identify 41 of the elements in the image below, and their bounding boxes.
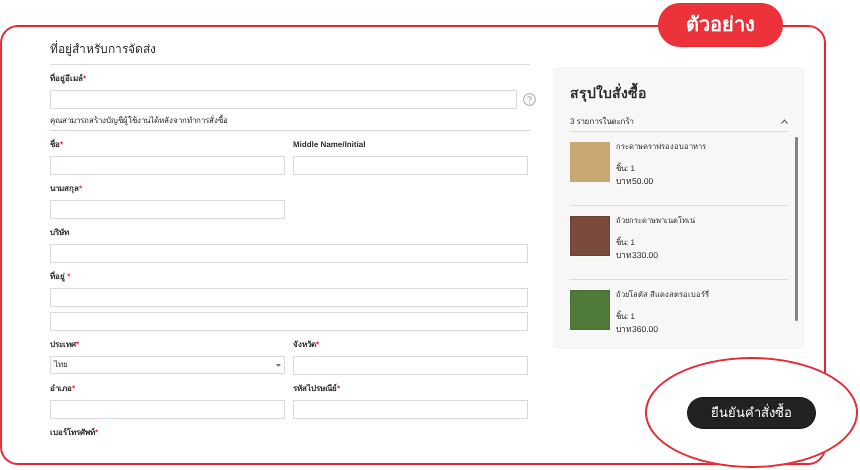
input-field[interactable] <box>50 400 285 419</box>
price-text: บาท50.00 <box>616 175 654 188</box>
input-field[interactable] <box>50 90 517 109</box>
input-field[interactable] <box>293 156 528 175</box>
field-label: เบอร์โทรศัพท์* <box>50 427 98 439</box>
section-title: ที่อยู่สำหรับการจัดส่ง <box>50 40 530 65</box>
input-field[interactable] <box>50 288 528 307</box>
field-label: Middle Name/Initial <box>293 139 366 151</box>
field-label: รหัสไปรษณีย์* <box>293 383 340 395</box>
field-label: จังหวัด* <box>293 339 320 351</box>
caret-up-icon <box>781 119 788 124</box>
product-photo-placeholder <box>570 142 610 182</box>
summary-title: สรุปใบสั่งซื้อ <box>570 83 788 104</box>
quantity-text: ชิ้น: 1 <box>616 162 636 175</box>
product-photo-placeholder <box>570 216 610 256</box>
field-label: ที่อยู่อีเมล์* <box>50 73 86 85</box>
price-text: บาท330.00 <box>616 249 659 262</box>
field-label: ชื่อ* <box>50 139 64 151</box>
product-photo-placeholder <box>570 290 610 330</box>
help-icon[interactable] <box>523 93 536 106</box>
sample-badge: ตัวอย่าง <box>658 3 783 47</box>
cart-count-toggle[interactable]: 3 รายการในตะกร้า <box>570 112 788 132</box>
country-select[interactable]: ไทย <box>50 356 285 374</box>
input-field[interactable] <box>293 400 528 419</box>
price-text: บาท360.00 <box>616 323 659 336</box>
quantity-text: ชิ้น: 1 <box>616 236 636 249</box>
field-label: ประเทศ* <box>50 339 80 351</box>
quantity-text: ชิ้น: 1 <box>616 310 636 323</box>
help-text: คุณสามารถสร้างบัญชีผู้ใช้งานได้หลังจากทำการสั่งซื้อ <box>50 115 530 131</box>
input-field[interactable] <box>50 312 528 331</box>
field-label: นามสกุล* <box>50 183 82 195</box>
field-label: บริษัท <box>50 227 69 239</box>
input-field[interactable] <box>50 244 528 263</box>
input-field[interactable] <box>50 200 285 219</box>
input-field[interactable] <box>293 356 528 375</box>
scrollbar[interactable] <box>795 137 798 321</box>
dropdown-arrow-icon <box>276 364 281 366</box>
input-field[interactable] <box>50 156 285 175</box>
field-label: อำเภอ* <box>50 383 76 395</box>
confirm-order-button[interactable]: ยืนยันคำสั่งซื้อ <box>687 396 816 428</box>
field-label: ที่อยู่ * <box>50 271 70 283</box>
